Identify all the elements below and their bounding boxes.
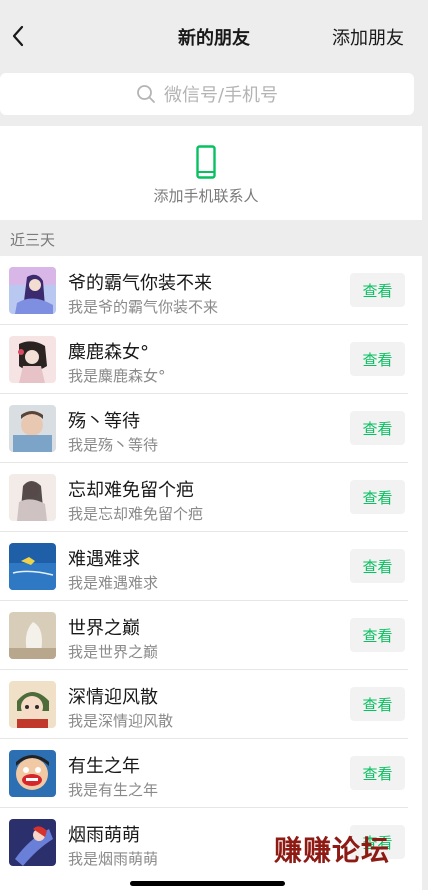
friend-name: 忘却难免留个疤 xyxy=(68,480,194,501)
avatar xyxy=(9,612,56,659)
view-button[interactable]: 查看 xyxy=(350,411,405,445)
friend-name: 爷的霸气你装不来 xyxy=(68,273,212,294)
search-icon xyxy=(137,85,155,103)
list-item[interactable]: 忘却难免留个疤 我是忘却难免留个疤 查看 xyxy=(0,463,422,532)
list-item[interactable]: 难遇难求 我是难遇难求 查看 xyxy=(0,532,422,601)
avatar xyxy=(9,819,56,866)
friend-name: 麋鹿森女° xyxy=(68,342,149,363)
request-message: 我是世界之巅 xyxy=(68,643,159,661)
section-header-recent: 近三天 xyxy=(10,231,56,249)
search-input[interactable]: 微信号/手机号 xyxy=(0,73,414,115)
add-phone-contacts[interactable]: 添加手机联系人 xyxy=(0,126,422,220)
view-button[interactable]: 查看 xyxy=(350,549,405,583)
avatar xyxy=(9,405,56,452)
avatar xyxy=(9,336,56,383)
friend-name: 烟雨萌萌 xyxy=(68,825,140,846)
request-message: 我是有生之年 xyxy=(68,781,159,799)
view-button[interactable]: 查看 xyxy=(350,480,405,514)
avatar xyxy=(9,474,56,521)
view-button[interactable]: 查看 xyxy=(350,273,405,307)
list-item[interactable]: 麋鹿森女° 我是麋鹿森女° 查看 xyxy=(0,325,422,394)
list-item[interactable]: 深情迎风散 我是深情迎风散 查看 xyxy=(0,670,422,739)
avatar xyxy=(9,681,56,728)
phone-icon xyxy=(196,145,216,179)
watermark: 赚赚论坛 xyxy=(274,834,391,867)
list-item[interactable]: 殇丶等待 我是殇丶等待 查看 xyxy=(0,394,422,463)
view-button[interactable]: 查看 xyxy=(350,618,405,652)
request-message: 我是殇丶等待 xyxy=(68,436,159,454)
list-item[interactable]: 世界之巅 我是世界之巅 查看 xyxy=(0,601,422,670)
request-message: 我是难遇难求 xyxy=(68,574,159,592)
request-message: 我是深情迎风散 xyxy=(68,712,174,730)
friend-name: 难遇难求 xyxy=(68,549,140,570)
friend-name: 深情迎风散 xyxy=(68,687,158,708)
friend-name: 世界之巅 xyxy=(68,618,140,639)
add-phone-contacts-label: 添加手机联系人 xyxy=(153,187,259,205)
list-item[interactable]: 爷的霸气你装不来 我是爷的霸气你装不来 查看 xyxy=(0,256,422,325)
avatar xyxy=(9,267,56,314)
avatar xyxy=(9,543,56,590)
request-message: 我是烟雨萌萌 xyxy=(68,850,159,868)
search-placeholder: 微信号/手机号 xyxy=(163,85,279,106)
friend-name: 殇丶等待 xyxy=(68,411,140,432)
nav-bar: 新的朋友 添加朋友 xyxy=(0,0,428,72)
list-item[interactable]: 有生之年 我是有生之年 查看 xyxy=(0,739,422,808)
request-message: 我是忘却难免留个疤 xyxy=(68,505,204,523)
view-button[interactable]: 查看 xyxy=(350,756,405,790)
home-indicator[interactable] xyxy=(130,881,285,886)
request-message: 我是爷的霸气你装不来 xyxy=(68,298,219,316)
add-friends-button[interactable]: 添加朋友 xyxy=(332,24,404,50)
friend-request-list: 爷的霸气你装不来 我是爷的霸气你装不来 查看 麋鹿森女° 我是麋鹿森女° 查看 xyxy=(0,256,422,890)
view-button[interactable]: 查看 xyxy=(350,687,405,721)
view-button[interactable]: 查看 xyxy=(350,342,405,376)
friend-name: 有生之年 xyxy=(68,756,140,777)
request-message: 我是麋鹿森女° xyxy=(68,367,166,385)
avatar xyxy=(9,750,56,797)
